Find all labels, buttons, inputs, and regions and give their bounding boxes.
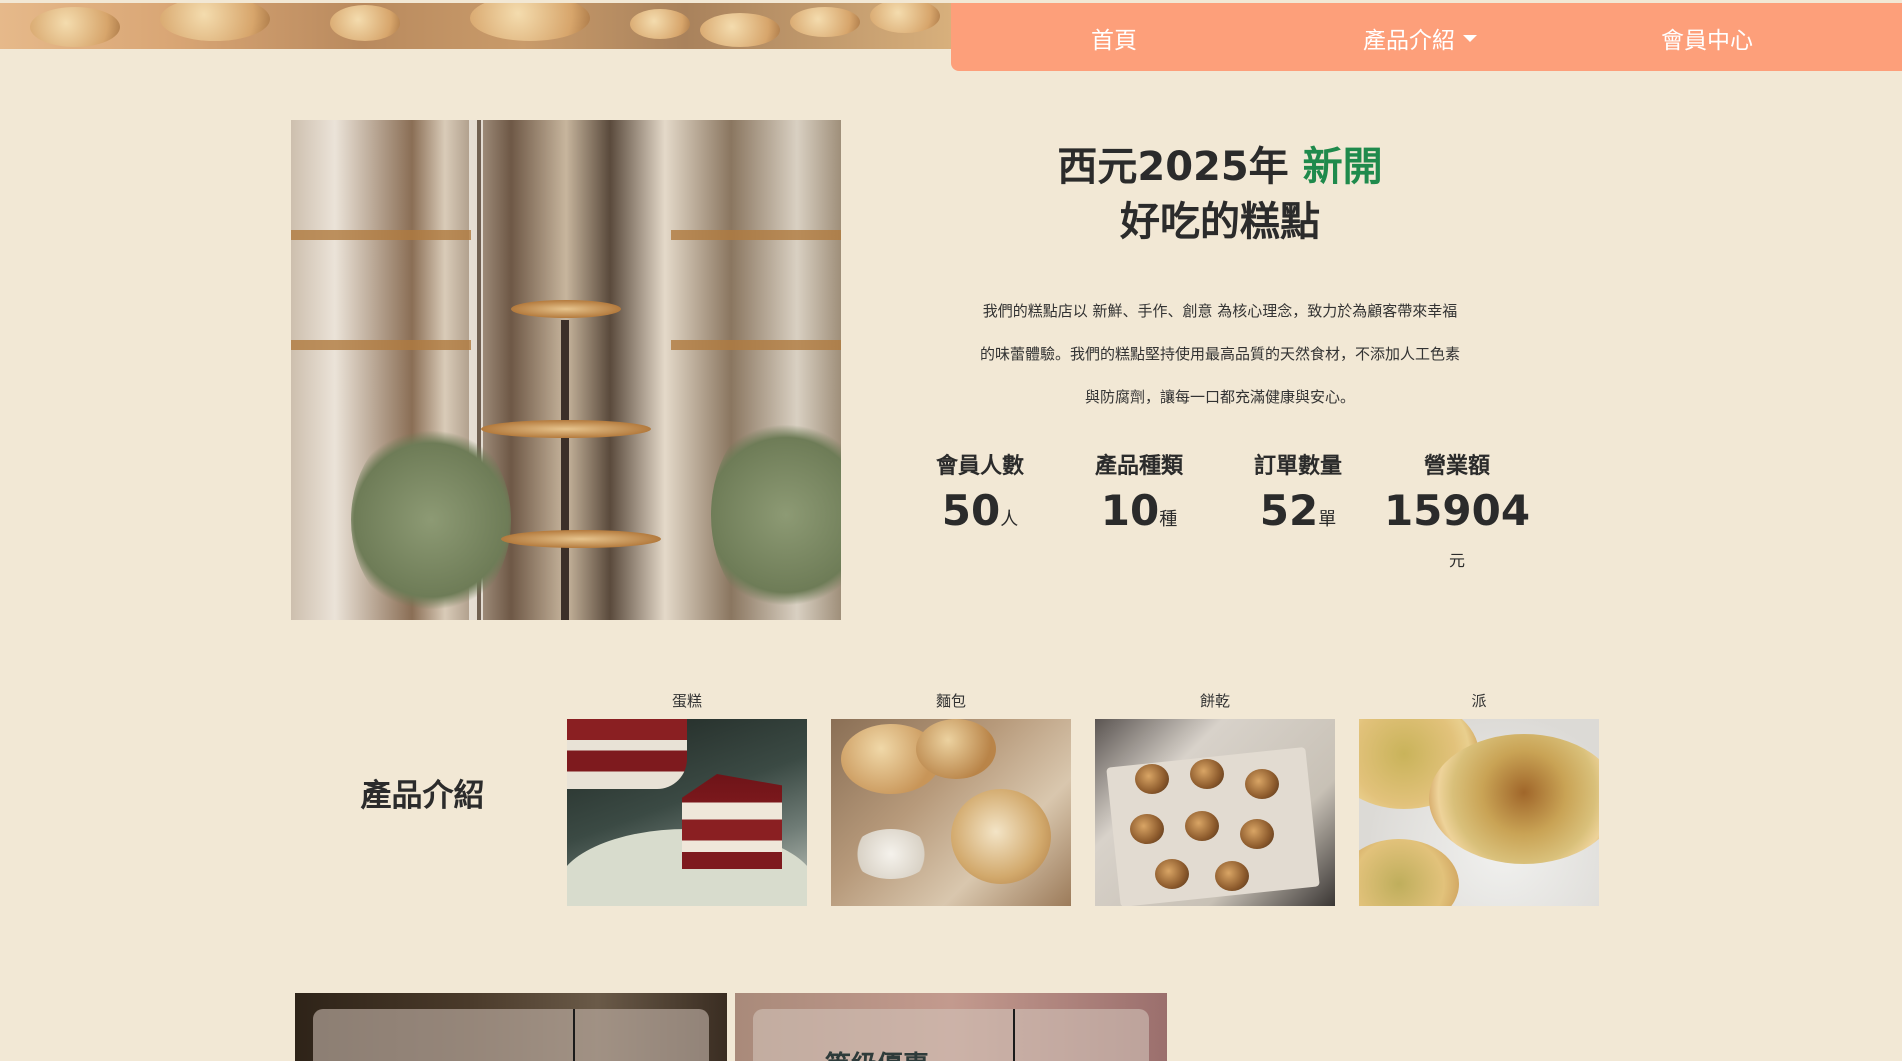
level-discount-card[interactable]: 等級優惠 <box>735 993 1167 1061</box>
nav-products-label: 產品介紹 <box>1363 28 1455 54</box>
stat-unit: 種 <box>1159 509 1178 530</box>
header-banner-image <box>0 3 952 49</box>
hero-desc-line: 我們的糕點店以 新鮮、手作、創意 為核心理念，致力於為顧客帶來幸福 <box>982 302 1458 320</box>
product-card-pie[interactable]: 派 <box>1359 690 1599 906</box>
hero-title: 西元2025年 新開 好吃的糕點 <box>960 140 1480 250</box>
stat-product-types: 產品種類 10種 <box>1064 448 1214 535</box>
stat-unit: 人 <box>1000 509 1019 530</box>
stat-orders: 訂單數量 52單 <box>1223 448 1373 535</box>
product-label: 麵包 <box>935 692 966 710</box>
stat-members: 會員人數 50人 <box>905 448 1055 535</box>
hero-title-line2: 好吃的糕點 <box>1120 199 1320 245</box>
cookie-image[interactable] <box>1095 719 1335 906</box>
product-label: 蛋糕 <box>671 692 702 710</box>
hero-bakery-image <box>291 120 841 620</box>
main-navbar: 首頁 產品介紹 會員中心 <box>951 3 1902 71</box>
hero-desc-line: 的味蕾體驗。我們的糕點堅持使用最高品質的天然食材，不添加人工色素 <box>979 345 1460 363</box>
product-card-bread[interactable]: 麵包 <box>831 690 1071 906</box>
nav-home-link[interactable]: 首頁 <box>1091 21 1137 55</box>
stat-label: 營業額 <box>1423 454 1490 479</box>
promo-card-overlay <box>313 1009 709 1061</box>
hero-desc-line: 與防腐劑，讓每一口都充滿健康與安心。 <box>1084 388 1355 406</box>
hero-title-accent: 新開 <box>1302 144 1383 190</box>
promo-card-overlay <box>753 1009 1149 1061</box>
products-section-title: 產品介紹 <box>360 778 485 814</box>
stat-revenue: 營業額 15904 元 <box>1382 448 1532 571</box>
cake-image[interactable] <box>567 719 807 906</box>
product-card-cookie[interactable]: 餅乾 <box>1095 690 1335 906</box>
stat-value: 50人 <box>941 486 1019 535</box>
hero-description: 我們的糕點店以 新鮮、手作、創意 為核心理念，致力於為顧客帶來幸福 的味蕾體驗。… <box>950 290 1490 419</box>
divider <box>573 1009 575 1061</box>
stat-label: 產品種類 <box>1094 454 1183 479</box>
promo-card[interactable] <box>295 993 727 1061</box>
stat-label: 會員人數 <box>935 454 1024 479</box>
stat-label: 訂單數量 <box>1253 454 1342 479</box>
divider <box>1013 1009 1015 1061</box>
stat-value: 10種 <box>1100 486 1178 535</box>
product-label: 派 <box>1471 692 1487 710</box>
hero-title-prefix: 西元2025年 <box>1057 144 1303 190</box>
pie-image[interactable] <box>1359 719 1599 906</box>
bread-image[interactable] <box>831 719 1071 906</box>
stat-unit: 單 <box>1318 509 1337 530</box>
nav-products-dropdown[interactable]: 產品介紹 <box>1363 21 1477 55</box>
product-label: 餅乾 <box>1199 692 1230 710</box>
stat-value: 15904 元 <box>1383 486 1531 570</box>
nav-member-link[interactable]: 會員中心 <box>1661 21 1753 55</box>
stat-unit: 元 <box>1448 551 1465 570</box>
level-discount-title: 等級優惠 <box>825 1045 929 1061</box>
stat-value: 52單 <box>1259 486 1337 535</box>
product-card-cake[interactable]: 蛋糕 <box>567 690 807 906</box>
caret-down-icon <box>1463 34 1477 42</box>
